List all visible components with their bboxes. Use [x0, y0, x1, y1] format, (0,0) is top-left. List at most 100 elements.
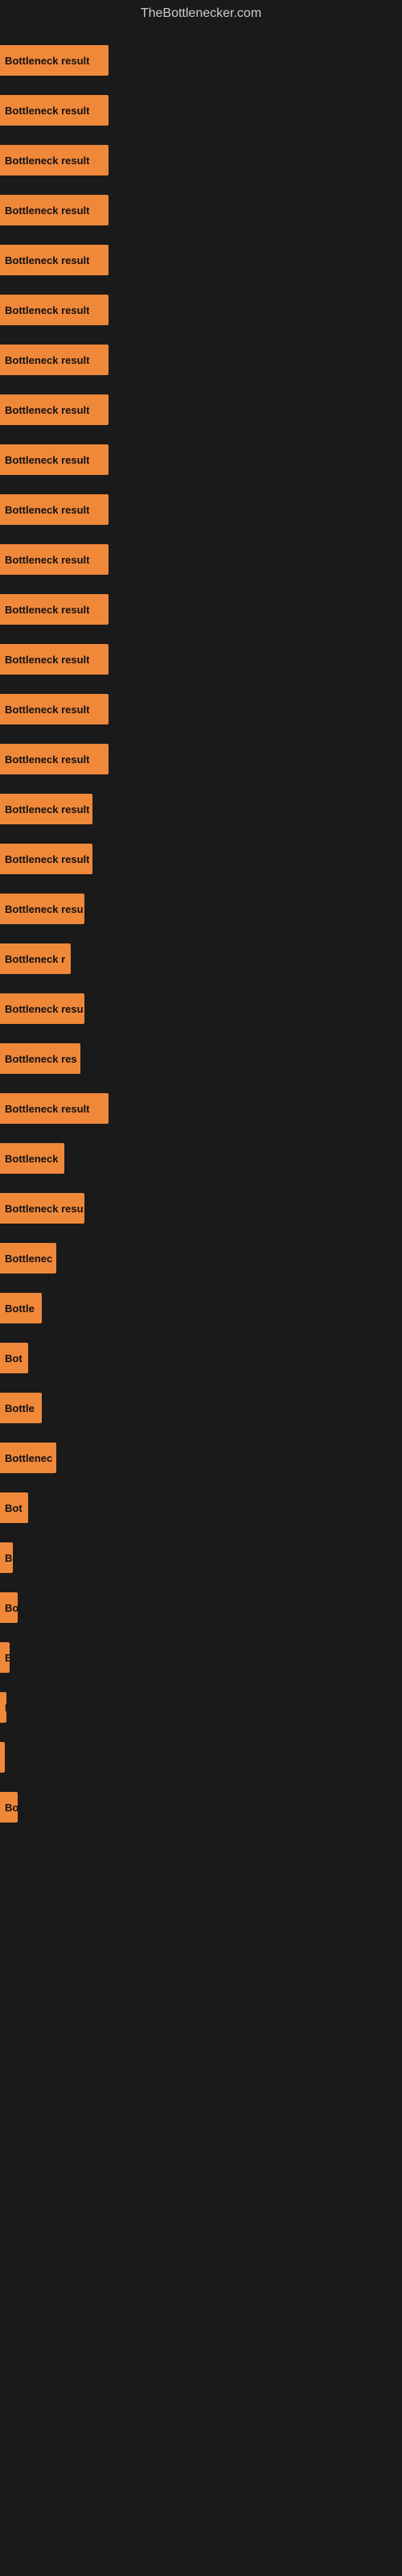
result-bar[interactable]: Bottleneck result: [0, 195, 109, 225]
result-bar[interactable]: Bottleneck result: [0, 744, 109, 774]
bar-label: Bottlenec: [5, 1452, 52, 1464]
result-bar[interactable]: Bottleneck result: [0, 694, 109, 724]
bar-row: Bottleneck result: [0, 35, 402, 85]
result-bar[interactable]: Bottleneck result: [0, 394, 109, 425]
result-bar[interactable]: Bottleneck result: [0, 45, 109, 76]
result-bar[interactable]: Bottleneck result: [0, 1093, 109, 1124]
bar-row: Bottleneck result: [0, 85, 402, 135]
bar-row: Bottleneck result: [0, 185, 402, 235]
result-bar[interactable]: Bottleneck result: [0, 295, 109, 325]
bar-label: Bottleneck result: [5, 404, 89, 416]
result-bar[interactable]: Bottleneck resu: [0, 1193, 84, 1224]
bar-row: [0, 1732, 402, 1782]
bar-label: Bottlenec: [5, 1253, 52, 1265]
result-bar[interactable]: Bottlenec: [0, 1443, 56, 1473]
bar-row: I: [0, 1682, 402, 1732]
result-bar[interactable]: B: [0, 1542, 13, 1573]
bar-row: Bottleneck result: [0, 734, 402, 784]
bar-row: Bot: [0, 1333, 402, 1383]
bar-label: Bottleneck resu: [5, 1003, 84, 1015]
result-bar[interactable]: Bottleneck r: [0, 943, 71, 974]
result-bar[interactable]: [0, 1742, 5, 1773]
bar-label: Bottleneck result: [5, 753, 89, 766]
bar-row: Bottleneck result: [0, 435, 402, 485]
bar-row: Bottlenec: [0, 1433, 402, 1483]
bar-label: Bottleneck result: [5, 55, 89, 67]
bar-label: Bottleneck result: [5, 254, 89, 266]
bar-label: Bottle: [5, 1402, 35, 1414]
bar-row: Bo: [0, 1583, 402, 1633]
bar-label: Bottleneck result: [5, 204, 89, 217]
result-bar[interactable]: Bottleneck result: [0, 95, 109, 126]
result-bar[interactable]: Bot: [0, 1343, 28, 1373]
bar-row: Bottleneck result: [0, 684, 402, 734]
bar-label: B: [5, 1652, 10, 1664]
bar-row: Bottleneck res: [0, 1034, 402, 1084]
result-bar[interactable]: Bottleneck result: [0, 644, 109, 675]
bar-label: I: [5, 1702, 6, 1714]
bar-row: Bottleneck result: [0, 235, 402, 285]
result-bar[interactable]: Bottle: [0, 1393, 42, 1423]
bars-container: Bottleneck result Bottleneck result Bottle…: [0, 27, 402, 1840]
bar-row: Bottleneck resu: [0, 884, 402, 934]
result-bar[interactable]: Bottleneck result: [0, 844, 92, 874]
bar-row: Bottleneck resu: [0, 1183, 402, 1233]
bar-label: Bottleneck: [5, 1153, 58, 1165]
result-bar[interactable]: Bottleneck result: [0, 494, 109, 525]
result-bar[interactable]: Bo: [0, 1592, 18, 1623]
bar-row: Bottleneck result: [0, 1084, 402, 1133]
bar-label: Bo: [5, 1802, 18, 1814]
result-bar[interactable]: Bottleneck result: [0, 345, 109, 375]
result-bar[interactable]: Bottleneck result: [0, 145, 109, 175]
bar-label: Bottleneck result: [5, 654, 89, 666]
bar-label: Bottleneck result: [5, 504, 89, 516]
bar-label: B: [5, 1552, 12, 1564]
bar-row: Bottleneck result: [0, 335, 402, 385]
bar-label: Bottleneck result: [5, 304, 89, 316]
bar-row: Bottleneck result: [0, 285, 402, 335]
result-bar[interactable]: Bottlenec: [0, 1243, 56, 1274]
result-bar[interactable]: Bottleneck result: [0, 245, 109, 275]
bar-label: Bottleneck result: [5, 803, 89, 815]
bar-row: Bottle: [0, 1283, 402, 1333]
bar-row: Bottleneck r: [0, 934, 402, 984]
result-bar[interactable]: B: [0, 1642, 10, 1673]
bar-label: Bottleneck result: [5, 454, 89, 466]
result-bar[interactable]: Bottleneck result: [0, 594, 109, 625]
bar-label: Bot: [5, 1352, 23, 1364]
bar-row: Bottle: [0, 1383, 402, 1433]
bar-row: Bottleneck result: [0, 485, 402, 535]
bar-label: Bottleneck result: [5, 105, 89, 117]
bar-row: Bottleneck result: [0, 634, 402, 684]
bar-label: Bottleneck r: [5, 953, 65, 965]
bar-label: Bottleneck res: [5, 1053, 77, 1065]
bar-label: Bottleneck result: [5, 155, 89, 167]
result-bar[interactable]: Bottleneck res: [0, 1043, 80, 1074]
bar-row: Bottleneck result: [0, 535, 402, 584]
result-bar[interactable]: I: [0, 1692, 6, 1723]
bar-label: Bottleneck result: [5, 704, 89, 716]
result-bar[interactable]: Bottleneck resu: [0, 894, 84, 924]
bar-row: B: [0, 1533, 402, 1583]
bar-label: Bottle: [5, 1302, 35, 1315]
bar-label: Bo: [5, 1602, 18, 1614]
bar-row: Bottleneck result: [0, 135, 402, 185]
site-title: TheBottlenecker.com: [0, 0, 402, 27]
bar-row: Bottleneck result: [0, 834, 402, 884]
result-bar[interactable]: Bottleneck: [0, 1143, 64, 1174]
bar-row: Bottleneck resu: [0, 984, 402, 1034]
result-bar[interactable]: Bottleneck result: [0, 794, 92, 824]
result-bar[interactable]: Bo: [0, 1792, 18, 1823]
bar-row: Bo: [0, 1782, 402, 1832]
result-bar[interactable]: Bot: [0, 1492, 28, 1523]
result-bar[interactable]: Bottleneck result: [0, 544, 109, 575]
bar-label: Bottleneck result: [5, 1103, 89, 1115]
bar-row: Bottleneck: [0, 1133, 402, 1183]
result-bar[interactable]: Bottleneck result: [0, 444, 109, 475]
bar-label: Bottleneck resu: [5, 1203, 84, 1215]
result-bar[interactable]: Bottleneck resu: [0, 993, 84, 1024]
bar-label: Bottleneck result: [5, 604, 89, 616]
result-bar[interactable]: Bottle: [0, 1293, 42, 1323]
bar-label: Bottleneck result: [5, 554, 89, 566]
bar-row: B: [0, 1633, 402, 1682]
